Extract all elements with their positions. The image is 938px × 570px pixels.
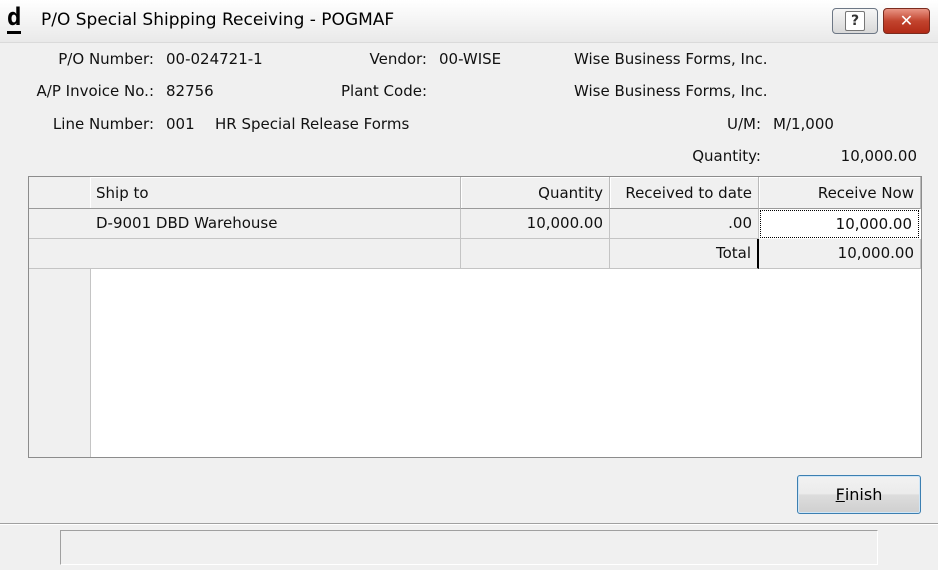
column-header-ship-to[interactable]: Ship to — [90, 177, 461, 209]
vendor-name-value: Wise Business Forms, Inc. — [574, 50, 768, 68]
invoice-label: A/P Invoice No.: — [36, 82, 154, 100]
receive-now-input[interactable]: 10,000.00 — [759, 209, 920, 239]
close-button[interactable]: ✕ — [883, 8, 930, 34]
column-header-received-to-date[interactable]: Received to date — [610, 177, 759, 209]
plant-code-label: Plant Code: — [340, 82, 427, 100]
column-header-receive-now[interactable]: Receive Now — [759, 177, 921, 209]
row-header-1[interactable] — [29, 209, 90, 239]
quantity-value: 10,000.00 — [840, 147, 917, 165]
shipping-grid[interactable]: Ship to Quantity Received to date Receiv… — [28, 176, 922, 458]
quantity-label: Quantity: — [692, 147, 761, 165]
app-logo-icon: d — [7, 3, 22, 34]
line-number-value: 001 — [166, 115, 195, 133]
help-button[interactable]: ? — [832, 8, 878, 34]
close-icon: ✕ — [899, 11, 914, 30]
row-header-total — [29, 239, 90, 269]
title-bar: d P/O Special Shipping Receiving - POGMA… — [0, 0, 938, 43]
status-bar — [60, 530, 878, 565]
status-separator — [0, 523, 938, 525]
vendor-code-value: 00-WISE — [439, 50, 502, 68]
finish-button[interactable]: Finish — [797, 475, 921, 514]
total-row-blank-1 — [90, 239, 461, 269]
total-value: 10,000.00 — [759, 239, 921, 269]
cell-ship-to[interactable]: D-9001 DBD Warehouse — [90, 209, 461, 239]
finish-label: inish — [844, 485, 883, 504]
cell-quantity[interactable]: 10,000.00 — [461, 209, 610, 239]
total-label: Total — [610, 239, 759, 269]
line-number-label: Line Number: — [52, 115, 154, 133]
window-title: P/O Special Shipping Receiving - POGMAF — [41, 10, 395, 30]
help-icon: ? — [845, 11, 865, 31]
column-header-quantity[interactable]: Quantity — [461, 177, 610, 209]
po-number-value: 00-024721-1 — [166, 50, 263, 68]
invoice-value: 82756 — [166, 82, 214, 100]
plant-name-value: Wise Business Forms, Inc. — [574, 82, 768, 100]
finish-mnemonic: F — [835, 485, 845, 504]
um-label: U/M: — [726, 115, 761, 133]
um-value: M/1,000 — [773, 115, 834, 133]
vendor-label: Vendor: — [369, 50, 428, 68]
grid-corner — [29, 177, 90, 209]
cell-received-to-date[interactable]: .00 — [610, 209, 759, 239]
po-number-label: P/O Number: — [58, 50, 154, 68]
total-row-blank-2 — [461, 239, 610, 269]
line-description-value: HR Special Release Forms — [215, 115, 410, 133]
